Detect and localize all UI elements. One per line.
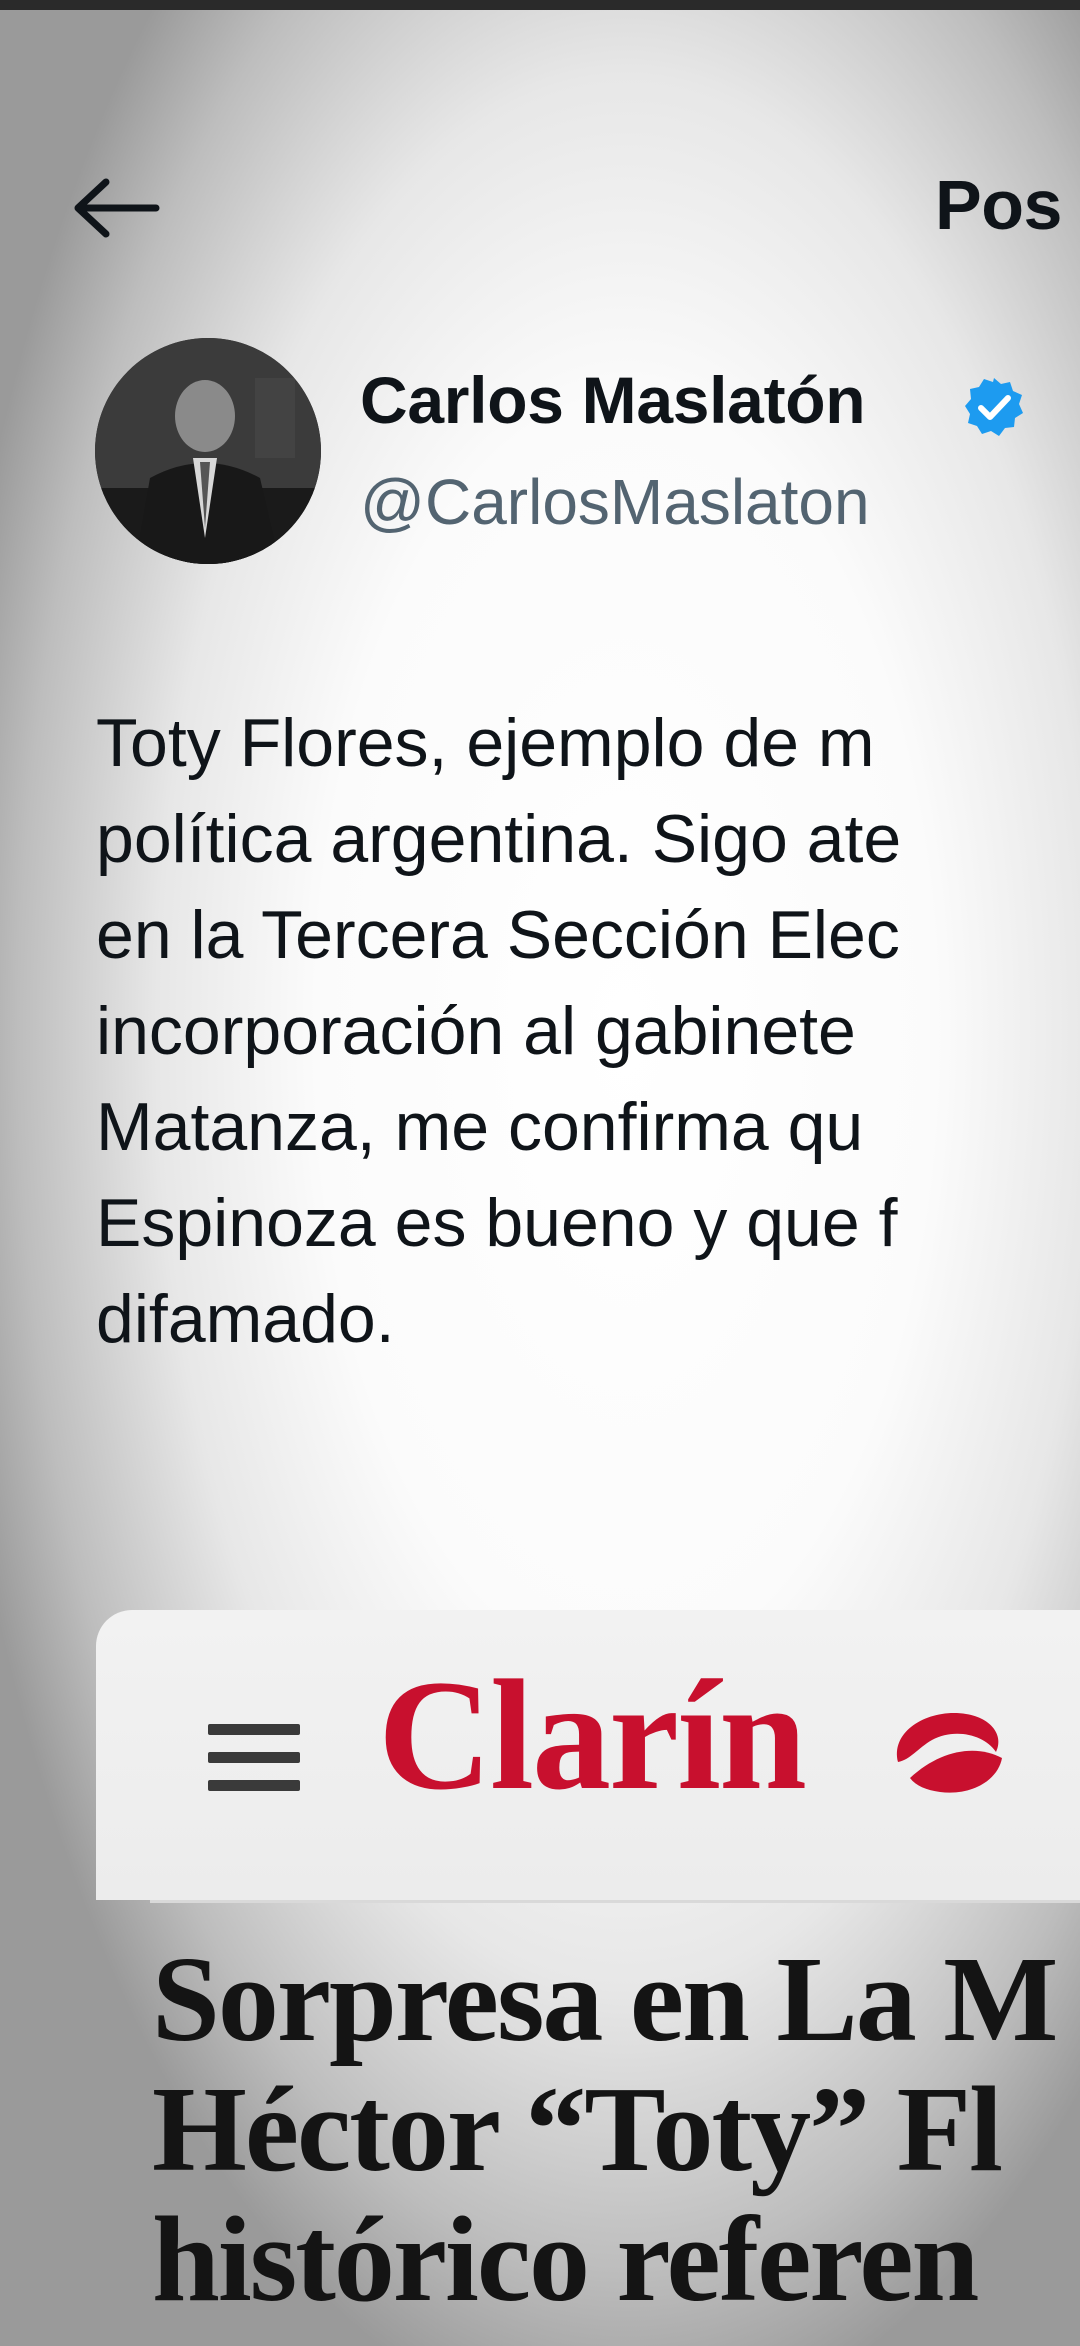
post-text: Toty Flores, ejemplo de m política argen… bbox=[96, 695, 1080, 1367]
headline-line: Sorpresa en La M bbox=[152, 1932, 1058, 2067]
back-button[interactable] bbox=[72, 160, 162, 250]
post-screen: Pos Carlos Maslatón @CarlosMaslaton Toty… bbox=[0, 0, 1080, 2346]
hamburger-menu-icon[interactable] bbox=[208, 1712, 304, 1802]
card-divider bbox=[150, 1900, 1080, 1903]
post-text-line: Toty Flores, ejemplo de m bbox=[96, 705, 875, 781]
arrow-left-icon bbox=[74, 178, 160, 238]
post-text-line: Espinoza es bueno y que f bbox=[96, 1185, 898, 1261]
clarin-logo-mark-icon bbox=[896, 1713, 1002, 1793]
headline-line: Héctor “Toty” Fl bbox=[152, 2062, 1003, 2197]
headline-line: histórico referen bbox=[152, 2192, 979, 2327]
post-text-line: política argentina. Sigo ate bbox=[96, 801, 902, 877]
status-bar-edge bbox=[0, 0, 1080, 10]
post-text-line: Matanza, me confirma qu bbox=[96, 1089, 864, 1165]
post-text-line: incorporación al gabinete bbox=[96, 993, 856, 1069]
display-name[interactable]: Carlos Maslatón bbox=[360, 362, 866, 438]
page-title: Pos bbox=[935, 166, 1062, 244]
user-handle[interactable]: @CarlosMaslaton bbox=[360, 465, 870, 539]
avatar-photo bbox=[95, 338, 321, 564]
article-headline[interactable]: Sorpresa en La M Héctor “Toty” Fl histór… bbox=[152, 1932, 1058, 2327]
verified-badge-icon bbox=[965, 378, 1023, 436]
avatar[interactable] bbox=[95, 338, 321, 564]
post-text-line: difamado. bbox=[96, 1281, 395, 1357]
post-text-line: en la Tercera Sección Elec bbox=[96, 897, 900, 973]
clarin-logo: Clarín bbox=[378, 1648, 807, 1823]
